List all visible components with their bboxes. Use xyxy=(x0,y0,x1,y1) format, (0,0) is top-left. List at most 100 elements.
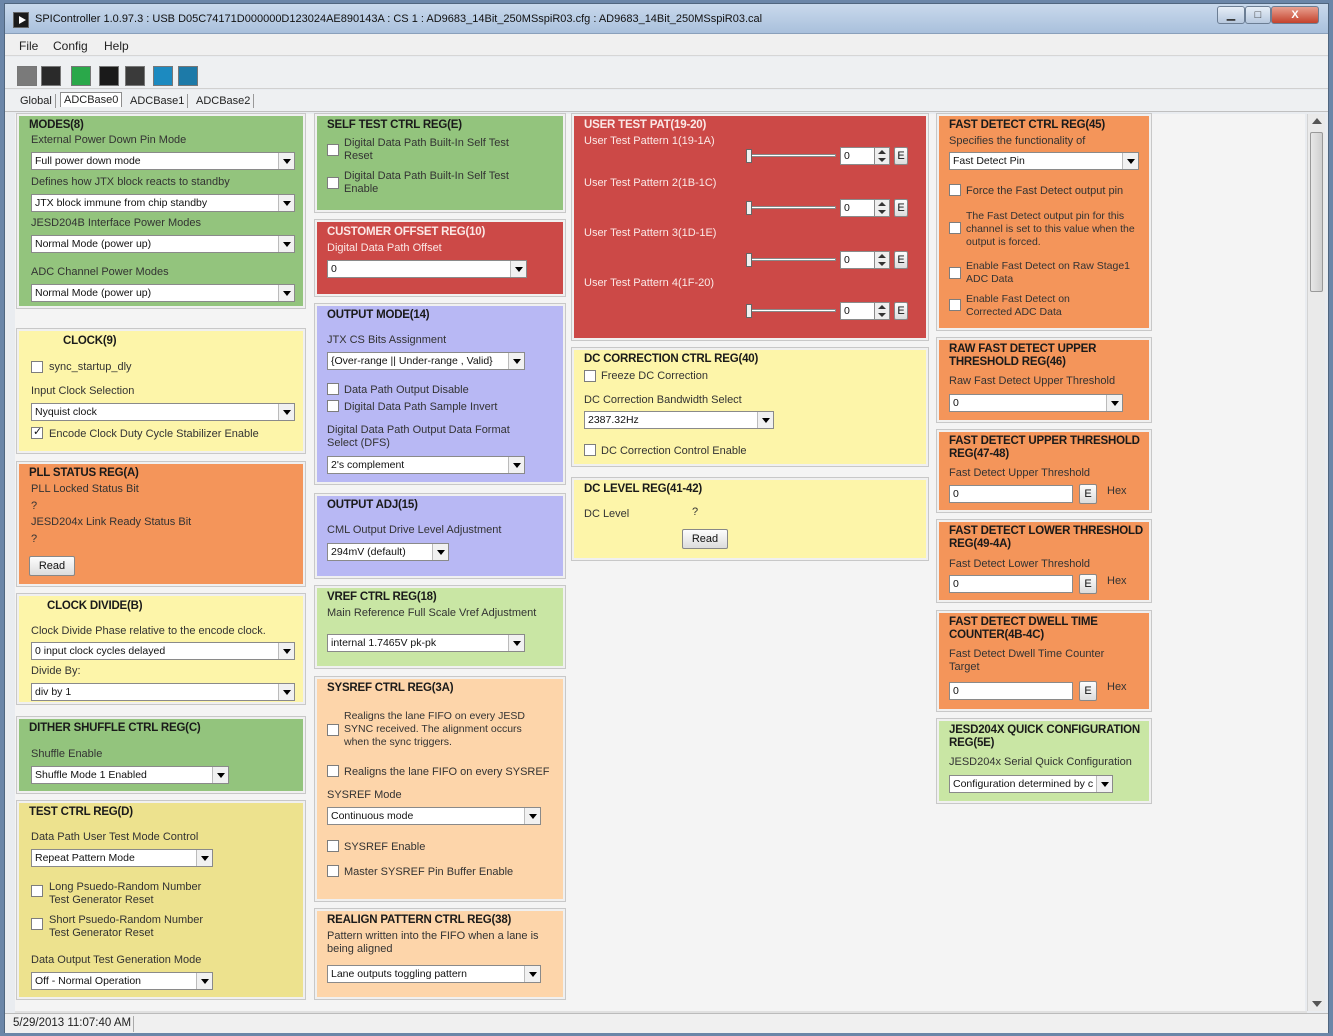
jtx-standby-select[interactable]: JTX block immune from chip standby xyxy=(31,194,295,212)
user-test-pattern-1-slider[interactable] xyxy=(746,149,836,163)
bist-enable-checkbox[interactable] xyxy=(327,177,339,189)
fd-lower-threshold-input[interactable]: 0 xyxy=(949,575,1073,593)
user-test-pattern-4-slider[interactable] xyxy=(746,304,836,318)
chevron-down-icon[interactable] xyxy=(278,404,294,420)
chip-icon[interactable] xyxy=(153,66,173,86)
user-test-pattern-3-slider[interactable] xyxy=(746,253,836,267)
chevron-down-icon[interactable] xyxy=(432,544,448,560)
edit-button[interactable]: E xyxy=(894,199,908,217)
chevron-down-icon[interactable] xyxy=(757,412,773,428)
offset-select[interactable]: 0 xyxy=(327,260,527,278)
tab-adcbase2[interactable]: ADCBase2 xyxy=(193,94,255,108)
slider-thumb[interactable] xyxy=(746,253,752,267)
chevron-down-icon[interactable] xyxy=(510,261,526,277)
dc-level-read-button[interactable]: Read xyxy=(682,529,728,549)
fd-force-value-checkbox[interactable] xyxy=(949,222,961,234)
sysref-buffer-checkbox[interactable] xyxy=(327,865,339,877)
tab-adcbase0[interactable]: ADCBase0 xyxy=(60,92,123,107)
chevron-down-icon[interactable] xyxy=(278,153,294,169)
jtx-cs-bits-select[interactable]: {Over-range || Under-range , Valid} xyxy=(327,352,525,370)
chart-icon[interactable] xyxy=(178,66,198,86)
scroll-thumb[interactable] xyxy=(1310,132,1323,292)
power-down-mode-select[interactable]: Full power down mode xyxy=(31,152,295,170)
realign-pattern-select[interactable]: Lane outputs toggling pattern xyxy=(327,965,541,983)
chevron-down-icon[interactable] xyxy=(212,767,228,783)
raw-fd-threshold-select[interactable]: 0 xyxy=(949,394,1123,412)
slider-thumb[interactable] xyxy=(746,149,752,163)
short-prn-reset-checkbox[interactable] xyxy=(31,918,43,930)
fd-corrected-checkbox[interactable] xyxy=(949,299,961,311)
chevron-down-icon[interactable] xyxy=(278,236,294,252)
menu-file[interactable]: File xyxy=(19,39,38,53)
input-clock-select[interactable]: Nyquist clock xyxy=(31,403,295,421)
minimize-button[interactable]: ▁ xyxy=(1217,6,1245,24)
spin-buttons[interactable] xyxy=(874,147,890,165)
chevron-down-icon[interactable] xyxy=(508,353,524,369)
menu-help[interactable]: Help xyxy=(104,39,129,53)
pll-read-button[interactable]: Read xyxy=(29,556,75,576)
fd-raw-checkbox[interactable] xyxy=(949,267,961,279)
maximize-button[interactable]: □ xyxy=(1245,6,1271,24)
chevron-down-icon[interactable] xyxy=(278,285,294,301)
force-fd-pin-checkbox[interactable] xyxy=(949,184,961,196)
cml-drive-select[interactable]: 294mV (default) xyxy=(327,543,449,561)
vref-adjust-select[interactable]: internal 1.7465V pk-pk xyxy=(327,634,525,652)
chevron-down-icon[interactable] xyxy=(1096,776,1112,792)
register-icon[interactable] xyxy=(125,66,145,86)
user-test-mode-select[interactable]: Repeat Pattern Mode xyxy=(31,849,213,867)
vertical-scrollbar[interactable] xyxy=(1307,114,1325,1011)
edit-button[interactable]: E xyxy=(1079,484,1097,504)
edit-button[interactable]: E xyxy=(894,302,908,320)
new-icon[interactable] xyxy=(71,66,91,86)
chevron-down-icon[interactable] xyxy=(278,643,294,659)
chevron-down-icon[interactable] xyxy=(1106,395,1122,411)
scroll-up-icon[interactable] xyxy=(1312,118,1322,124)
sync-startup-checkbox[interactable] xyxy=(31,361,43,373)
spin-buttons[interactable] xyxy=(874,251,890,269)
sample-invert-checkbox[interactable] xyxy=(327,400,339,412)
tab-global[interactable]: Global xyxy=(17,94,56,108)
save-icon[interactable] xyxy=(41,66,61,86)
fifo-realign-sync-checkbox[interactable] xyxy=(327,724,339,736)
bist-reset-checkbox[interactable] xyxy=(327,144,339,156)
clock-phase-select[interactable]: 0 input clock cycles delayed xyxy=(31,642,295,660)
shuffle-enable-select[interactable]: Shuffle Mode 1 Enabled xyxy=(31,766,229,784)
chevron-down-icon[interactable] xyxy=(524,966,540,982)
output-test-mode-select[interactable]: Off - Normal Operation xyxy=(31,972,213,990)
dcs-enable-checkbox[interactable] xyxy=(31,425,43,439)
close-button[interactable]: X xyxy=(1271,6,1319,24)
edit-button[interactable]: E xyxy=(894,251,908,269)
dc-bandwidth-select[interactable]: 2387.32Hz xyxy=(584,411,774,429)
chevron-down-icon[interactable] xyxy=(524,808,540,824)
spin-buttons[interactable] xyxy=(874,302,890,320)
adc-power-mode-select[interactable]: Normal Mode (power up) xyxy=(31,284,295,302)
long-prn-reset-checkbox[interactable] xyxy=(31,885,43,897)
stop-icon[interactable] xyxy=(17,66,37,86)
scroll-down-icon[interactable] xyxy=(1312,1001,1322,1007)
edit-button[interactable]: E xyxy=(894,147,908,165)
output-disable-checkbox[interactable] xyxy=(327,383,339,395)
divide-by-select[interactable]: div by 1 xyxy=(31,683,295,701)
fast-detect-function-select[interactable]: Fast Detect Pin xyxy=(949,152,1139,170)
chevron-down-icon[interactable] xyxy=(508,635,524,651)
chevron-down-icon[interactable] xyxy=(508,457,524,473)
chevron-down-icon[interactable] xyxy=(196,850,212,866)
sysref-enable-checkbox[interactable] xyxy=(327,840,339,852)
tab-adcbase1[interactable]: ADCBase1 xyxy=(127,94,189,108)
menu-config[interactable]: Config xyxy=(53,39,88,53)
read-icon[interactable] xyxy=(99,66,119,86)
jesd-power-mode-select[interactable]: Normal Mode (power up) xyxy=(31,235,295,253)
sysref-mode-select[interactable]: Continuous mode xyxy=(327,807,541,825)
chevron-down-icon[interactable] xyxy=(1122,153,1138,169)
slider-thumb[interactable] xyxy=(746,201,752,215)
edit-button[interactable]: E xyxy=(1079,574,1097,594)
slider-thumb[interactable] xyxy=(746,304,752,318)
chevron-down-icon[interactable] xyxy=(278,684,294,700)
chevron-down-icon[interactable] xyxy=(196,973,212,989)
user-test-pattern-2-slider[interactable] xyxy=(746,201,836,215)
title-bar[interactable]: SPIController 1.0.97.3 : USB D05C74171D0… xyxy=(5,4,1328,34)
jesd-quick-config-select[interactable]: Configuration determined by c xyxy=(949,775,1113,793)
fifo-realign-sysref-checkbox[interactable] xyxy=(327,765,339,777)
freeze-dc-checkbox[interactable] xyxy=(584,370,596,382)
fd-upper-threshold-input[interactable]: 0 xyxy=(949,485,1073,503)
